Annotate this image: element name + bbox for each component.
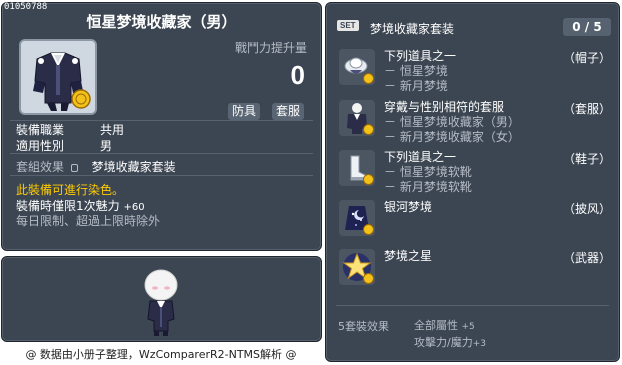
coin-icon	[363, 73, 374, 84]
hat-icon	[339, 49, 375, 85]
set-item-slot: （披风）	[562, 202, 611, 216]
cape-icon	[339, 200, 375, 236]
coin-icon	[363, 124, 374, 135]
character-avatar-icon	[144, 269, 178, 336]
tag-armor: 防具	[228, 103, 261, 120]
set-count: 0 / 5	[563, 18, 611, 36]
set-bonus-lines: 全部屬性 +5 攻擊力/魔力+3	[414, 318, 574, 352]
set-title: 梦境收藏家套装	[370, 22, 455, 36]
charm-text: 裝備時僅限1次魅力	[16, 199, 120, 213]
bonus-value: +3	[472, 339, 486, 349]
stat-gender: 適用性別 男	[16, 137, 112, 154]
combat-power-label: 戰鬥力提升量	[234, 41, 307, 55]
credit-footer: @ 数据由小册子整理，WzComparerR2-NTMS解析 @	[25, 348, 297, 361]
set-item-line: － 恒星梦境软靴	[384, 165, 472, 179]
set-item-line: － 新月梦境	[384, 79, 448, 93]
set-effect-value: 梦境收藏家套装	[91, 160, 176, 174]
coin-icon	[363, 273, 374, 284]
stat-value: 共用	[100, 123, 125, 137]
suit-icon	[21, 41, 95, 113]
set-item-line: 穿戴与性别相符的套服	[384, 100, 505, 114]
coin-icon	[363, 174, 374, 185]
set-item-slot: （鞋子）	[562, 152, 611, 166]
set-bonus-line: 全部屬性 +5	[414, 318, 574, 335]
avatar-preview-panel	[1, 256, 322, 342]
set-item-line: － 恒星梦境	[384, 64, 448, 78]
bonus-value: +5	[461, 322, 475, 332]
stat-job: 裝備職業 共用	[16, 121, 124, 138]
stat-label: 裝備職業	[16, 123, 65, 137]
set-item-text: 银河梦境	[384, 200, 432, 215]
combat-power-value: 0	[290, 60, 305, 90]
dye-note: 此裝備可進行染色。	[16, 183, 125, 197]
set-item-slot: （帽子）	[562, 51, 611, 65]
set-item-line: 梦境之星	[384, 249, 433, 263]
set-item-line: 下列道具之一	[384, 150, 457, 164]
set-item-line: 下列道具之一	[384, 49, 457, 63]
divider	[10, 153, 313, 154]
shoes-icon	[339, 150, 375, 186]
set-effect-label: 套組效果	[16, 160, 65, 174]
item-icon	[19, 39, 97, 115]
item-tooltip-panel: 01050788 恒星梦境收藏家（男） 戰鬥力提升量 0 防具 套服 裝備職業共…	[1, 2, 322, 251]
set-item-slot: （套服）	[562, 102, 611, 116]
set-bonus: 5套裝效果 全部屬性 +5 攻擊力/魔力+3	[338, 318, 486, 349]
set-item-line: － 新月梦境收藏家（女）	[384, 130, 520, 144]
star-weapon-icon	[339, 249, 375, 285]
set-info-panel: SET 梦境收藏家套装 0 / 5 下列道具之一 － 恒星梦境 － 新月梦境 （…	[325, 2, 620, 362]
set-item-line: 银河梦境	[384, 200, 433, 214]
set-item-text: 梦境之星	[384, 249, 432, 264]
set-bonus-label: 5套裝效果	[338, 320, 389, 333]
coin-icon	[363, 224, 374, 235]
set-item-text: 穿戴与性别相符的套服 － 恒星梦境收藏家（男） － 新月梦境收藏家（女）	[384, 100, 520, 145]
set-item-line: － 新月梦境软靴	[384, 180, 472, 194]
bonus-stat: 全部屬性	[414, 319, 458, 332]
set-item-text: 下列道具之一 － 恒星梦境 － 新月梦境	[384, 49, 456, 94]
tag-overall: 套服	[272, 103, 305, 120]
stat-value: 男	[100, 139, 113, 153]
lock-icon	[70, 164, 78, 172]
set-item-slot: （武器）	[562, 251, 611, 265]
set-effect-row: 套組效果 梦境收藏家套装	[16, 158, 176, 175]
bonus-stat: 攻擊力/魔力	[414, 336, 473, 349]
set-bonus-line: 攻擊力/魔力+3	[414, 335, 574, 352]
set-badge: SET	[337, 20, 359, 31]
divider	[336, 305, 609, 306]
suit-icon	[339, 100, 375, 136]
limit-note: 每日限制、超過上限時除外	[16, 214, 161, 228]
stat-label: 適用性別	[16, 139, 65, 153]
set-item-text: 下列道具之一 － 恒星梦境软靴 － 新月梦境软靴	[384, 150, 472, 195]
item-title: 恒星梦境收藏家（男）	[86, 13, 237, 31]
divider	[10, 175, 313, 176]
set-item-line: － 恒星梦境收藏家（男）	[384, 115, 520, 129]
